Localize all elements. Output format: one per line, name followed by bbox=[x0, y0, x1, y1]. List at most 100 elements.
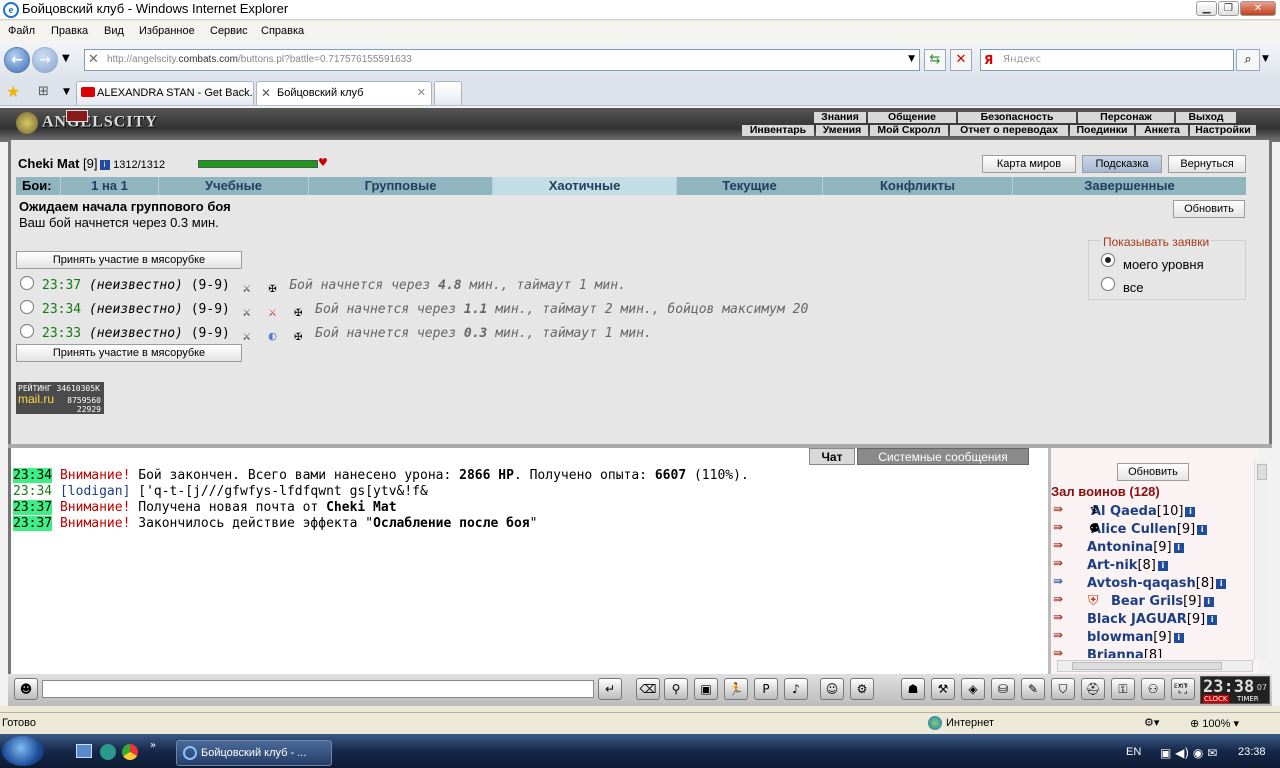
player-brianna[interactable]: Brianna[8] bbox=[1087, 648, 1162, 658]
menu-file[interactable]: Файл bbox=[8, 25, 35, 37]
join-fight-button-bottom[interactable]: Принять участие в мясорубке bbox=[16, 344, 242, 362]
bag-icon[interactable]: ◈ bbox=[961, 678, 985, 700]
private-message-icon[interactable]: ⇛ bbox=[1053, 574, 1075, 588]
armor-icon[interactable]: ⛉ bbox=[1051, 678, 1075, 700]
tab-conflicts[interactable]: Конфликты bbox=[822, 177, 1012, 195]
pl-icon[interactable]: P bbox=[754, 678, 778, 700]
tab-1v1[interactable]: 1 на 1 bbox=[60, 177, 158, 195]
return-button[interactable]: Вернуться bbox=[1168, 155, 1246, 173]
exit-door-icon[interactable]: EXIT ⛶ bbox=[1171, 678, 1195, 700]
tab-alexandra-stan[interactable]: ALEXANDRA STAN - Get Back... bbox=[76, 81, 254, 105]
tab-chaotic[interactable]: Хаотичные bbox=[492, 177, 676, 195]
start-button[interactable] bbox=[2, 736, 44, 766]
refresh-button[interactable]: Обновить bbox=[1173, 200, 1245, 218]
quicklaunch-overflow-icon[interactable]: » bbox=[150, 740, 156, 751]
stop-icon[interactable]: ✕ bbox=[950, 49, 972, 71]
scroll-icon[interactable]: ✎ bbox=[1021, 678, 1045, 700]
address-bar[interactable]: ✕ http://angelscity.combats.com/buttons.… bbox=[84, 49, 920, 71]
player-blowman[interactable]: blowman[9] i bbox=[1087, 630, 1184, 645]
refresh-icon[interactable]: ⇆ bbox=[924, 49, 946, 71]
menu-my-scroll[interactable]: Мой Скролл bbox=[870, 125, 948, 136]
menu-knowledge[interactable]: Знания bbox=[814, 112, 866, 123]
smiley-icon[interactable]: ☺ bbox=[820, 678, 844, 700]
group-icon[interactable]: ⚇ bbox=[1141, 678, 1165, 700]
player-alice-cullen[interactable]: Alice Cullen[9] i bbox=[1091, 522, 1208, 537]
address-dropdown-icon[interactable]: ▼ bbox=[908, 54, 915, 64]
chrome-icon[interactable] bbox=[122, 744, 138, 760]
menu-inventory[interactable]: Инвентарь bbox=[742, 125, 814, 136]
smile-head-icon[interactable]: ☻ bbox=[14, 678, 38, 700]
tab-finished[interactable]: Завершенные bbox=[1012, 177, 1246, 195]
menu-transfers-report[interactable]: Отчет о переводах bbox=[950, 125, 1068, 136]
filter-radio-my-level[interactable] bbox=[1101, 253, 1115, 267]
quick-tabs-icon[interactable]: ⊞ bbox=[38, 84, 49, 99]
rating-badge[interactable]: РЕЙТИНГ 34610305К mail.ru 8759560 22929 bbox=[16, 382, 104, 414]
fight-radio-2[interactable] bbox=[20, 300, 34, 314]
chat-input[interactable] bbox=[42, 680, 594, 698]
private-message-icon[interactable]: ⇛ bbox=[1053, 502, 1075, 516]
filter-icon[interactable]: ⚲ bbox=[664, 678, 688, 700]
lock-icon[interactable]: ⚿ bbox=[1111, 678, 1135, 700]
horizontal-scrollbar[interactable] bbox=[1057, 660, 1253, 672]
tray-icons[interactable]: ▣ ◀) ◉ ✉ bbox=[1160, 746, 1217, 760]
info-icon[interactable]: i bbox=[99, 160, 110, 170]
tab-combats[interactable]: ✕ Бойцовский клуб ✕ bbox=[256, 81, 432, 105]
taskbar-task-combats[interactable]: Бойцовский клуб - ... bbox=[176, 740, 332, 766]
menu-exit[interactable]: Выход bbox=[1176, 112, 1236, 123]
save-icon[interactable]: ▣ bbox=[694, 678, 718, 700]
tool-icon[interactable]: ⚒ bbox=[931, 678, 955, 700]
menu-edit[interactable]: Правка bbox=[51, 25, 88, 37]
private-message-icon[interactable]: ⇛ bbox=[1053, 646, 1075, 660]
menu-duels[interactable]: Поединки bbox=[1070, 125, 1134, 136]
tab-system-messages[interactable]: Системные сообщения bbox=[857, 448, 1029, 465]
vertical-scrollbar[interactable] bbox=[1254, 460, 1268, 660]
tab-training[interactable]: Учебные bbox=[158, 177, 308, 195]
menu-view[interactable]: Вид bbox=[104, 25, 124, 37]
player-avtosh-qaqash[interactable]: Avtosh-qaqash[8] i bbox=[1087, 576, 1227, 591]
eraser-icon[interactable]: ⌫ bbox=[636, 678, 660, 700]
private-message-icon[interactable]: ⇛ bbox=[1053, 556, 1075, 570]
forward-button[interactable]: → bbox=[32, 47, 58, 73]
zoom-level[interactable]: ⊕ 100% ▾ bbox=[1190, 717, 1239, 730]
tab-chat[interactable]: Чат bbox=[809, 448, 855, 465]
close-window-button[interactable]: ✕ bbox=[1240, 1, 1276, 16]
private-message-icon[interactable]: ⇛ bbox=[1053, 628, 1075, 642]
sound-icon[interactable]: ♪ bbox=[784, 678, 808, 700]
player-name[interactable]: Cheki Mat bbox=[18, 156, 79, 171]
taskbar-clock[interactable]: 23:38 bbox=[1238, 746, 1266, 758]
menu-help[interactable]: Справка bbox=[261, 25, 304, 37]
filter-radio-all[interactable] bbox=[1101, 277, 1115, 291]
fight-radio-3[interactable] bbox=[20, 324, 34, 338]
search-input[interactable]: Я Яндекс bbox=[980, 49, 1234, 71]
send-icon[interactable]: ↵ bbox=[598, 678, 622, 700]
player-black-jaguar[interactable]: Black JAGUAR[9] i bbox=[1087, 612, 1218, 627]
player-al-qaeda[interactable]: Al Qaeda[10] i bbox=[1091, 504, 1196, 519]
character-icon[interactable]: ☗ bbox=[901, 678, 925, 700]
menu-security[interactable]: Безопасность bbox=[958, 112, 1076, 123]
new-tab-button[interactable] bbox=[434, 81, 462, 105]
hall-refresh-button[interactable]: Обновить bbox=[1117, 463, 1189, 481]
language-indicator[interactable]: EN bbox=[1126, 746, 1141, 758]
private-message-icon[interactable]: ⇛ bbox=[1053, 520, 1075, 534]
private-message-icon[interactable]: ⇛ bbox=[1053, 538, 1075, 552]
world-map-button[interactable]: Карта миров bbox=[982, 155, 1076, 173]
chat-nick[interactable]: [lodigan] bbox=[60, 484, 130, 499]
tab-group[interactable]: Групповые bbox=[308, 177, 492, 195]
runner-icon[interactable]: 🏃 bbox=[724, 678, 748, 700]
search-options-icon[interactable]: ▼ bbox=[1262, 54, 1269, 64]
maximize-button[interactable]: ❐ bbox=[1218, 1, 1239, 16]
game-logo[interactable]: ANGELSCITY bbox=[16, 112, 176, 140]
player-antonina[interactable]: Antonina[9] i bbox=[1087, 540, 1184, 555]
back-button[interactable]: ← bbox=[4, 47, 30, 73]
search-icon[interactable]: ⌕ bbox=[1236, 49, 1260, 71]
quicklaunch-icon[interactable] bbox=[100, 744, 116, 760]
private-message-icon[interactable]: ⇛ bbox=[1053, 610, 1075, 624]
close-tab-icon[interactable]: ✕ bbox=[417, 82, 426, 104]
menu-profile[interactable]: Анкета bbox=[1136, 125, 1188, 136]
menu-settings[interactable]: Настройки bbox=[1190, 125, 1256, 136]
protected-mode-icon[interactable]: ⚙▾ bbox=[1144, 716, 1159, 729]
hint-button[interactable]: Подсказка bbox=[1082, 155, 1162, 173]
helmet-icon[interactable]: ⛑ bbox=[1081, 678, 1105, 700]
menu-favorites[interactable]: Избранное bbox=[139, 25, 195, 37]
menu-character[interactable]: Персонаж bbox=[1078, 112, 1174, 123]
